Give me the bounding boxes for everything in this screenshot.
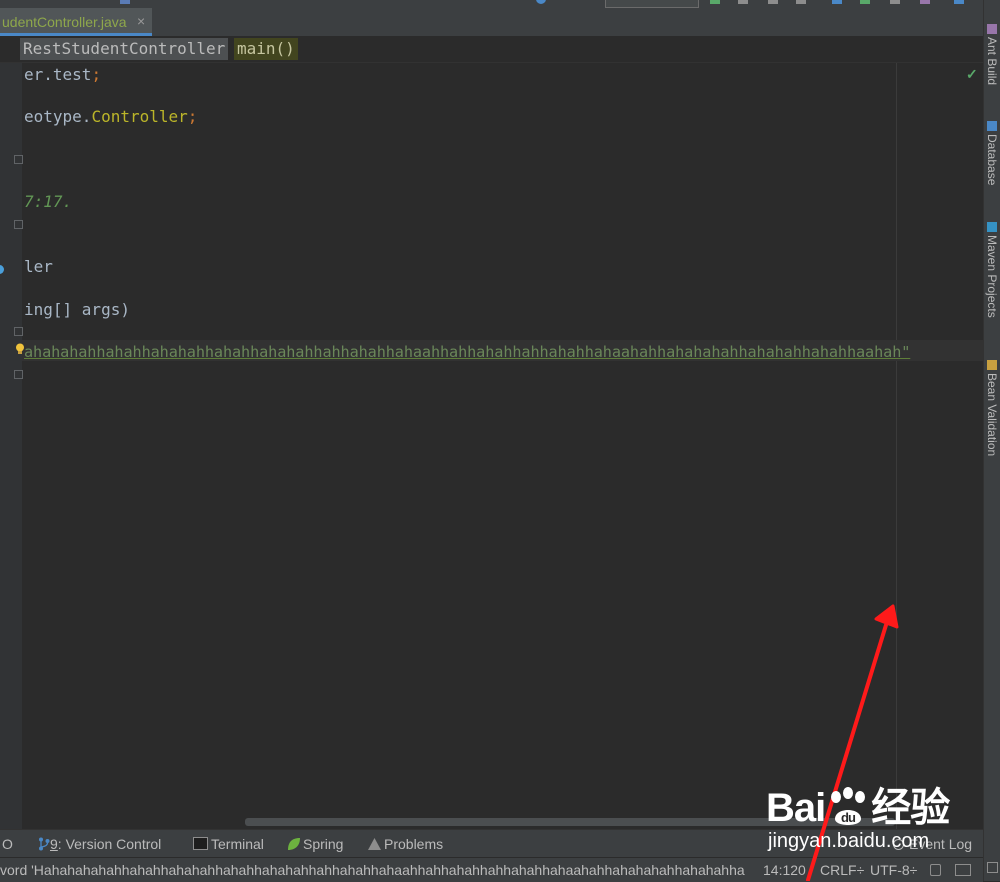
watermark-url: jingyan.baidu.com — [768, 830, 930, 852]
tool-version-control[interactable]: 9: Version Control — [38, 836, 161, 852]
editor-tab-bar: udentController.java × — [0, 8, 983, 37]
tool-ant-build[interactable]: Ant Build — [985, 24, 999, 85]
status-message: vord 'Hahahahahahhahahhahahahhahahhahaha… — [0, 862, 745, 878]
lock-icon[interactable] — [930, 864, 941, 876]
code-line: eotype.Controller; — [24, 107, 198, 126]
fold-marker[interactable] — [14, 327, 23, 336]
commit-icon[interactable] — [860, 0, 870, 4]
update-icon[interactable] — [832, 0, 842, 4]
tool-database[interactable]: Database — [985, 121, 999, 185]
code-line: ler — [24, 257, 53, 276]
watermark-bai: Bai — [766, 786, 826, 830]
watermark-du: du — [841, 810, 856, 825]
fold-marker[interactable] — [14, 370, 23, 379]
bean-validation-icon — [987, 360, 997, 370]
tool-todo[interactable]: O — [2, 836, 13, 852]
code-line: er.test; — [24, 65, 102, 84]
close-icon[interactable]: × — [137, 13, 145, 29]
structure-icon[interactable] — [954, 0, 964, 4]
lightbulb-icon[interactable] — [15, 343, 25, 355]
sync-icon[interactable] — [536, 0, 546, 4]
tool-problems[interactable]: Problems — [368, 836, 443, 852]
code-line: 7:17. — [24, 192, 73, 211]
maven-icon — [987, 222, 997, 232]
editor-gutter — [0, 63, 22, 829]
spring-leaf-icon — [288, 838, 300, 850]
debug-icon[interactable] — [738, 0, 748, 4]
plugin-icon[interactable] — [920, 0, 930, 4]
right-tool-strip: Ant Build Database Maven Projects Bean V… — [983, 0, 1000, 881]
code-line-string: ahahahahhahahhahahahhahahhahahahhahhahah… — [24, 343, 911, 361]
database-icon — [987, 121, 997, 131]
breadcrumb: RestStudentController main() — [0, 36, 983, 63]
history-icon[interactable] — [890, 0, 900, 4]
run-config-select[interactable] — [605, 0, 699, 8]
tab-label: udentController.java — [2, 14, 127, 30]
terminal-icon — [193, 837, 208, 850]
hector-icon[interactable] — [955, 864, 971, 876]
fold-marker[interactable] — [14, 220, 23, 229]
breadcrumb-class[interactable]: RestStudentController — [20, 38, 229, 60]
code-editor[interactable]: er.test; eotype.Controller; 7:17. ler in… — [0, 63, 983, 829]
stop-icon[interactable] — [796, 0, 806, 4]
baidu-watermark: Bai du 经验 jingyan.baidu.com — [766, 775, 956, 865]
tool-maven-projects[interactable]: Maven Projects — [985, 222, 999, 318]
ant-icon — [987, 24, 997, 34]
watermark-cn: 经验 — [871, 786, 950, 830]
run-icon[interactable] — [710, 0, 720, 4]
tool-terminal[interactable]: Terminal — [193, 836, 264, 852]
right-margin-guide — [896, 63, 897, 829]
warning-icon — [368, 838, 381, 850]
inspection-ok-icon[interactable]: ✓ — [966, 66, 978, 83]
branch-icon — [39, 837, 50, 851]
fold-marker[interactable] — [14, 155, 23, 164]
tool-spring[interactable]: Spring — [287, 836, 343, 852]
main-toolbar-strip — [0, 0, 983, 8]
tab-rest-student-controller[interactable]: udentController.java × — [0, 8, 152, 36]
tool-bean-validation[interactable]: Bean Validation — [985, 360, 999, 456]
code-line: ing[] args) — [24, 300, 130, 319]
breadcrumb-method[interactable]: main() — [234, 38, 298, 60]
coverage-icon[interactable] — [768, 0, 778, 4]
project-icon[interactable] — [120, 0, 130, 4]
paw-icon: du — [831, 787, 866, 825]
memory-indicator-icon[interactable] — [987, 862, 998, 873]
